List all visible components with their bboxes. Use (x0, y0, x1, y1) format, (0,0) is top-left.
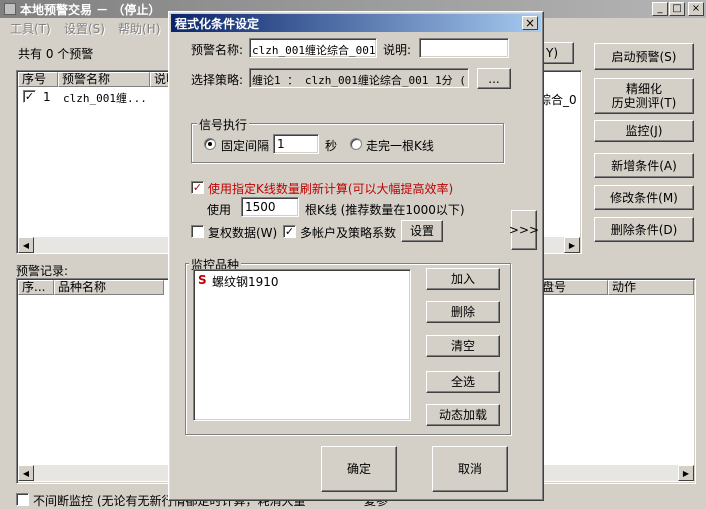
use-k-count-checkbox[interactable]: ✓ (191, 181, 204, 194)
condition-dialog: 程式化条件设定 × 预警名称: clzh_001缠论综合_001 说明: 选择策… (168, 11, 544, 501)
strategy-label: 选择策略: (191, 73, 244, 87)
k-count-hint: 根K线 (推荐数量在1000以下) (305, 203, 465, 217)
records-col-name[interactable]: 品种名称 (54, 280, 164, 295)
records-col-account[interactable]: 盘号 (538, 280, 608, 295)
fixed-interval-label: 固定间隔 (221, 139, 270, 153)
name-label: 预警名称: (191, 43, 244, 57)
scroll-left-icon[interactable]: ◀ (18, 237, 34, 253)
monitor-list[interactable]: S 螺纹钢1910 (193, 269, 411, 421)
menu-help[interactable]: 帮助(H) (118, 20, 160, 37)
scroll-right-icon[interactable]: ▶ (564, 237, 580, 253)
table-row[interactable]: ✓ 1 clzh_001缠... (19, 89, 169, 105)
col-name[interactable]: 预警名称 (58, 72, 150, 87)
desc-input[interactable] (419, 38, 509, 58)
ok-button[interactable]: 确定 (321, 446, 397, 492)
dialog-close-icon[interactable]: × (522, 16, 538, 30)
strategy-field[interactable]: 缠论1 ： clzh_001缠论综合_001 1分 () (249, 68, 469, 88)
table-right-partial-text: 综合_0 (539, 93, 577, 107)
per-kline-label: 走完一根K线 (366, 139, 434, 153)
refine-backtest-button[interactable]: 精细化 历史测评(T) (594, 78, 694, 114)
seconds-label: 秒 (325, 139, 338, 153)
use-label: 使用 (207, 203, 232, 217)
use-k-count-label: 使用指定K线数量刷新计算(可以大幅提高效率) (208, 182, 454, 196)
menu-tools[interactable]: 工具(T) (10, 20, 51, 37)
fixed-interval-radio[interactable] (204, 138, 216, 150)
records-col-action[interactable]: 动作 (608, 280, 694, 295)
main-window-title: 本地预警交易 － （停止） (20, 2, 161, 17)
records-scroll-left-icon[interactable]: ◀ (18, 465, 34, 481)
multi-account-label: 多帐户及策略系数 (300, 226, 397, 240)
signal-group-title: 信号执行 (197, 116, 250, 133)
expand-button[interactable]: >>> (509, 210, 539, 250)
browse-strategy-button[interactable]: ... (477, 68, 511, 89)
continuous-monitor-checkbox[interactable] (16, 493, 29, 506)
add-item-button[interactable]: 加入 (426, 268, 500, 290)
maximize-icon[interactable]: □ (669, 2, 685, 16)
rights-checkbox[interactable] (191, 225, 204, 238)
app-icon (4, 3, 16, 15)
item-name: 螺纹钢1910 (212, 275, 279, 289)
desc-label: 说明: (383, 43, 412, 57)
alert-count-label: 共有 0 个预警 (18, 47, 94, 61)
per-kline-radio[interactable] (350, 138, 362, 150)
delete-condition-button[interactable]: 删除条件(D) (594, 217, 694, 242)
row-index: 1 (43, 90, 51, 104)
alert-table-header: 序号 预警名称 说明 (18, 72, 180, 87)
multi-account-checkbox[interactable]: ✓ (283, 225, 296, 238)
dynamic-load-button[interactable]: 动态加载 (426, 404, 500, 426)
records-table-header: 序... 品种名称 (18, 280, 164, 295)
add-condition-button[interactable]: 新增条件(A) (594, 153, 694, 178)
monitor-button[interactable]: 监控(J) (594, 120, 694, 142)
name-input[interactable]: clzh_001缠论综合_001 (249, 38, 377, 58)
records-label: 预警记录: (16, 264, 69, 278)
k-count-input[interactable]: 1500 (241, 197, 299, 217)
records-scroll-right-icon[interactable]: ▶ (678, 465, 694, 481)
dialog-title: 程式化条件设定 (175, 16, 260, 31)
list-item[interactable]: S 螺纹钢1910 (198, 273, 398, 289)
row-name: clzh_001缠... (63, 92, 147, 105)
select-all-button[interactable]: 全选 (426, 371, 500, 393)
interval-input[interactable]: 1 (273, 134, 319, 154)
menu-settings[interactable]: 设置(S) (64, 20, 105, 37)
clear-items-button[interactable]: 清空 (426, 335, 500, 357)
rights-label: 复权数据(W) (208, 226, 278, 240)
col-index[interactable]: 序号 (18, 72, 58, 87)
edit-condition-button[interactable]: 修改条件(M) (594, 185, 694, 210)
item-badge: S (198, 273, 207, 287)
row-checkbox[interactable]: ✓ (23, 90, 36, 103)
start-alert-button[interactable]: 启动预警(S) (594, 43, 694, 70)
close-icon[interactable]: × (688, 2, 704, 16)
records-col-index[interactable]: 序... (18, 280, 54, 295)
minimize-icon[interactable]: _ (652, 2, 668, 16)
cancel-button[interactable]: 取消 (432, 446, 508, 492)
dialog-titlebar: 程式化条件设定 (171, 14, 541, 32)
records-right-header: 盘号 动作 (538, 280, 694, 295)
delete-item-button[interactable]: 删除 (426, 301, 500, 323)
settings-button[interactable]: 设置 (401, 220, 443, 242)
